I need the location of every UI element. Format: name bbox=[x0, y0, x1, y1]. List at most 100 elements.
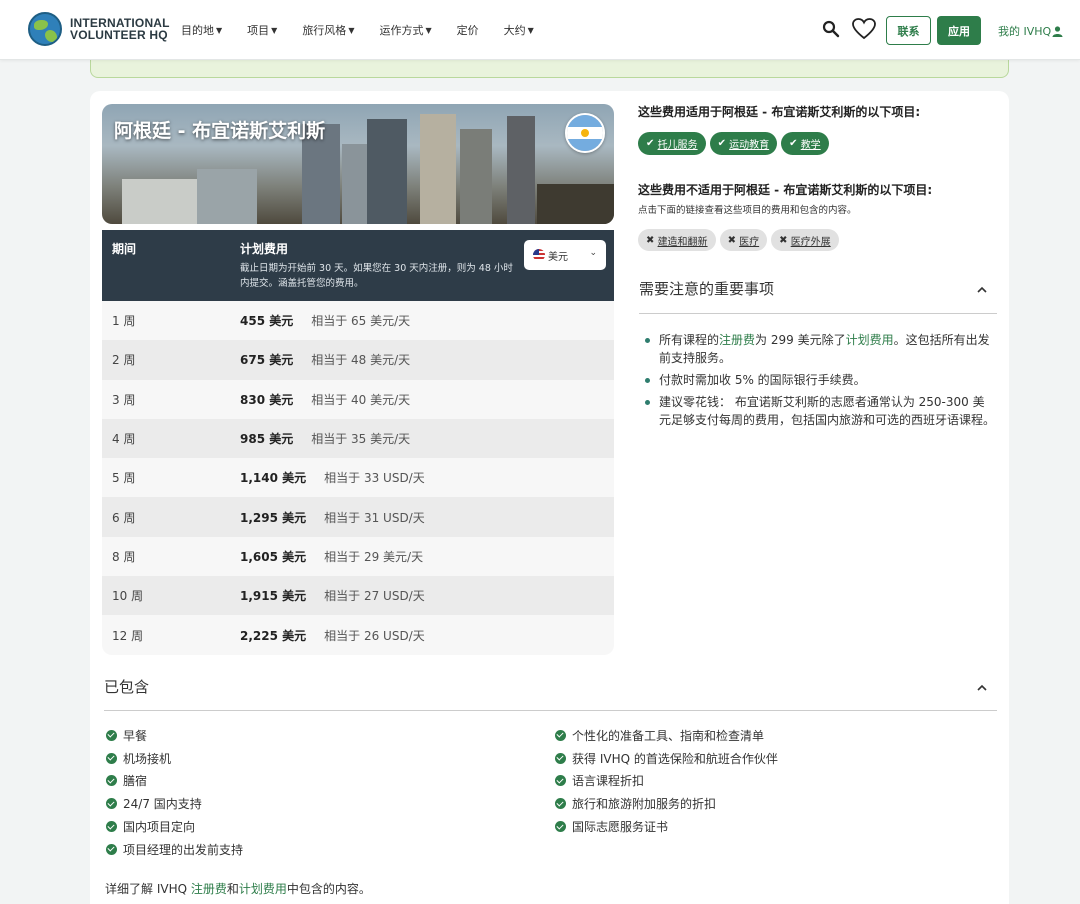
row-duration: 2 周 bbox=[112, 353, 136, 368]
contact-button[interactable]: 联系 bbox=[886, 16, 931, 45]
tag-childcare-label: 托儿服务 bbox=[657, 140, 698, 151]
row-price: 830 美元 相当于 40 美元/天 bbox=[240, 392, 411, 407]
tag-sports-education-label: 运动教育 bbox=[729, 140, 770, 151]
table-row: 4 周 985 美元 相当于 35 美元/天 bbox=[102, 418, 614, 459]
important-list: 所有课程的注册费为 299 美元除了计划费用。这包括所有出发前支持服务。 付款时… bbox=[645, 331, 995, 433]
row-price: 675 美元 相当于 48 美元/天 bbox=[240, 353, 411, 368]
not-applies-subtitle: 点击下面的链接查看这些项目的费用和包含的内容。 bbox=[638, 205, 857, 216]
row-duration: 1 周 bbox=[112, 314, 136, 329]
list-item: 旅行和旅游附加服务的折扣 bbox=[555, 792, 778, 815]
tag-medical-outreach-label: 医疗外展 bbox=[790, 236, 831, 248]
row-duration: 8 周 bbox=[112, 549, 136, 564]
tag-construction-label: 建造和翻新 bbox=[657, 236, 708, 248]
check-circle-icon bbox=[106, 798, 117, 810]
list-item: 膳宿 bbox=[106, 770, 243, 793]
caret-down-icon: ▼ bbox=[271, 25, 278, 35]
included-list-right: 个性化的准备工具、指南和检查清单 获得 IVHQ 的首选保险和航班合作伙伴 语言… bbox=[555, 724, 778, 838]
tag-sports-education[interactable]: ✔ 运动教育 bbox=[709, 132, 778, 155]
nav-travel-styles[interactable]: 旅行风格 ▼ bbox=[302, 22, 354, 38]
row-per-day: 相当于 27 USD/天 bbox=[324, 589, 425, 604]
row-duration: 4 周 bbox=[112, 432, 136, 447]
check-circle-icon bbox=[106, 821, 117, 833]
check-circle-icon bbox=[106, 729, 117, 741]
row-price: 985 美元 相当于 35 美元/天 bbox=[240, 432, 411, 447]
row-duration: 5 周 bbox=[112, 471, 136, 486]
col-program-fee: 计划费用 bbox=[240, 242, 289, 256]
globe-logo-icon bbox=[28, 12, 62, 46]
list-item: 个性化的准备工具、指南和检查清单 bbox=[555, 724, 778, 747]
nav-about[interactable]: 大约 ▼ bbox=[504, 22, 534, 38]
row-price: 1,605 美元 相当于 29 美元/天 bbox=[240, 549, 424, 564]
tag-medical[interactable]: ✖ 医疗 bbox=[719, 229, 768, 251]
tag-medical-label: 医疗 bbox=[739, 236, 760, 248]
caret-down-icon: ▼ bbox=[216, 25, 223, 35]
list-item: 机场接机 bbox=[106, 747, 243, 770]
table-row: 8 周 1,605 美元 相当于 29 美元/天 bbox=[102, 536, 614, 577]
list-item: 语言课程折扣 bbox=[555, 770, 778, 793]
caret-down-icon: ▼ bbox=[425, 25, 432, 35]
check-circle-icon bbox=[106, 752, 117, 764]
row-per-day: 相当于 26 USD/天 bbox=[324, 628, 425, 643]
row-duration: 3 周 bbox=[112, 392, 136, 407]
us-flag-icon bbox=[533, 249, 545, 261]
applies-title: 这些费用适用于阿根廷 - 布宜诺斯艾利斯的以下项目: bbox=[638, 105, 921, 119]
nav-programs[interactable]: 项目 ▼ bbox=[247, 22, 277, 38]
check-circle-icon bbox=[106, 775, 117, 787]
tag-teaching[interactable]: ✔ 教学 bbox=[781, 132, 829, 155]
list-item: 早餐 bbox=[106, 724, 243, 747]
check-circle-icon bbox=[555, 752, 566, 764]
row-duration: 12 周 bbox=[112, 628, 144, 643]
check-circle-icon bbox=[106, 843, 117, 855]
ivhq-logo[interactable]: INTERNATIONAL VOLUNTEER HQ bbox=[28, 12, 170, 46]
program-fee-link[interactable]: 计划费用 bbox=[239, 882, 287, 896]
chevron-up-icon[interactable] bbox=[975, 283, 989, 297]
tag-construction[interactable]: ✖ 建造和翻新 bbox=[638, 229, 716, 251]
registration-fee-link[interactable]: 注册费 bbox=[719, 333, 755, 347]
price-table: 期间 计划费用 截止日期为开始前 30 天。如果您在 30 天内注册，则为 48… bbox=[102, 230, 614, 655]
nav-pricing-label: 定价 bbox=[456, 24, 479, 37]
list-item: 获得 IVHQ 的首选保险和航班合作伙伴 bbox=[555, 747, 778, 770]
tag-teaching-label: 教学 bbox=[800, 140, 821, 151]
table-row: 12 周 2,225 美元 相当于 26 USD/天 bbox=[102, 615, 614, 655]
logo-text: INTERNATIONAL VOLUNTEER HQ bbox=[70, 17, 170, 41]
nav-about-label: 大约 bbox=[503, 24, 526, 37]
fee-note: 截止日期为开始前 30 天。如果您在 30 天内注册，则为 48 小时内提交。涵… bbox=[240, 263, 513, 289]
table-row: 6 周 1,295 美元 相当于 31 USD/天 bbox=[102, 497, 614, 537]
check-circle-icon bbox=[555, 775, 566, 787]
nav-how-it-works[interactable]: 运作方式 ▼ bbox=[379, 22, 431, 38]
row-per-day: 相当于 65 美元/天 bbox=[311, 314, 411, 329]
included-heading[interactable]: 已包含 bbox=[104, 676, 149, 697]
currency-select[interactable]: 美元 ⌄ bbox=[524, 240, 606, 270]
row-per-day: 相当于 40 美元/天 bbox=[311, 392, 411, 407]
search-icon[interactable] bbox=[822, 20, 840, 38]
check-circle-icon bbox=[555, 821, 566, 833]
list-item: 国内项目定向 bbox=[106, 815, 243, 838]
apply-button[interactable]: 应用 bbox=[937, 16, 981, 45]
table-row: 3 周 830 美元 相当于 40 美元/天 bbox=[102, 379, 614, 419]
divider bbox=[639, 313, 997, 314]
row-price: 1,295 美元 相当于 31 USD/天 bbox=[240, 510, 425, 525]
hero-title: 阿根廷 - 布宜诺斯艾利斯 bbox=[114, 120, 326, 142]
row-price: 455 美元 相当于 65 美元/天 bbox=[240, 314, 411, 329]
important-heading[interactable]: 需要注意的重要事项 bbox=[639, 278, 774, 299]
row-per-day: 相当于 35 美元/天 bbox=[311, 432, 411, 447]
nav-destinations[interactable]: 目的地 ▼ bbox=[181, 22, 222, 38]
list-item: 建议零花钱： 布宜诺斯艾利斯的志愿者通常认为 250-300 美元足够支付每周的… bbox=[645, 393, 995, 429]
registration-fee-link[interactable]: 注册费 bbox=[191, 882, 227, 896]
divider bbox=[104, 710, 997, 711]
heart-icon[interactable] bbox=[851, 17, 877, 41]
not-applies-tags: ✖ 建造和翻新 ✖ 医疗 ✖ 医疗外展 bbox=[638, 229, 843, 251]
tag-childcare[interactable]: ✔ 托儿服务 bbox=[638, 132, 706, 155]
check-circle-icon bbox=[555, 729, 566, 741]
nav-pricing[interactable]: 定价 bbox=[457, 22, 479, 38]
list-item: 24/7 国内支持 bbox=[106, 792, 243, 815]
list-item: 付款时需加收 5% 的国际银行手续费。 bbox=[645, 371, 995, 389]
destination-hero-image: 阿根廷 - 布宜诺斯艾利斯 bbox=[102, 104, 614, 224]
my-ivhq-label: 我的 IVHQ bbox=[998, 25, 1052, 38]
tag-medical-outreach[interactable]: ✖ 医疗外展 bbox=[771, 229, 839, 251]
price-table-header: 期间 计划费用 截止日期为开始前 30 天。如果您在 30 天内注册，则为 48… bbox=[102, 230, 614, 301]
chevron-up-icon[interactable] bbox=[975, 681, 989, 695]
program-fee-link[interactable]: 计划费用 bbox=[846, 333, 894, 347]
currency-value: 美元 bbox=[548, 251, 568, 263]
my-ivhq-link[interactable]: 我的 IVHQ bbox=[998, 23, 1063, 39]
